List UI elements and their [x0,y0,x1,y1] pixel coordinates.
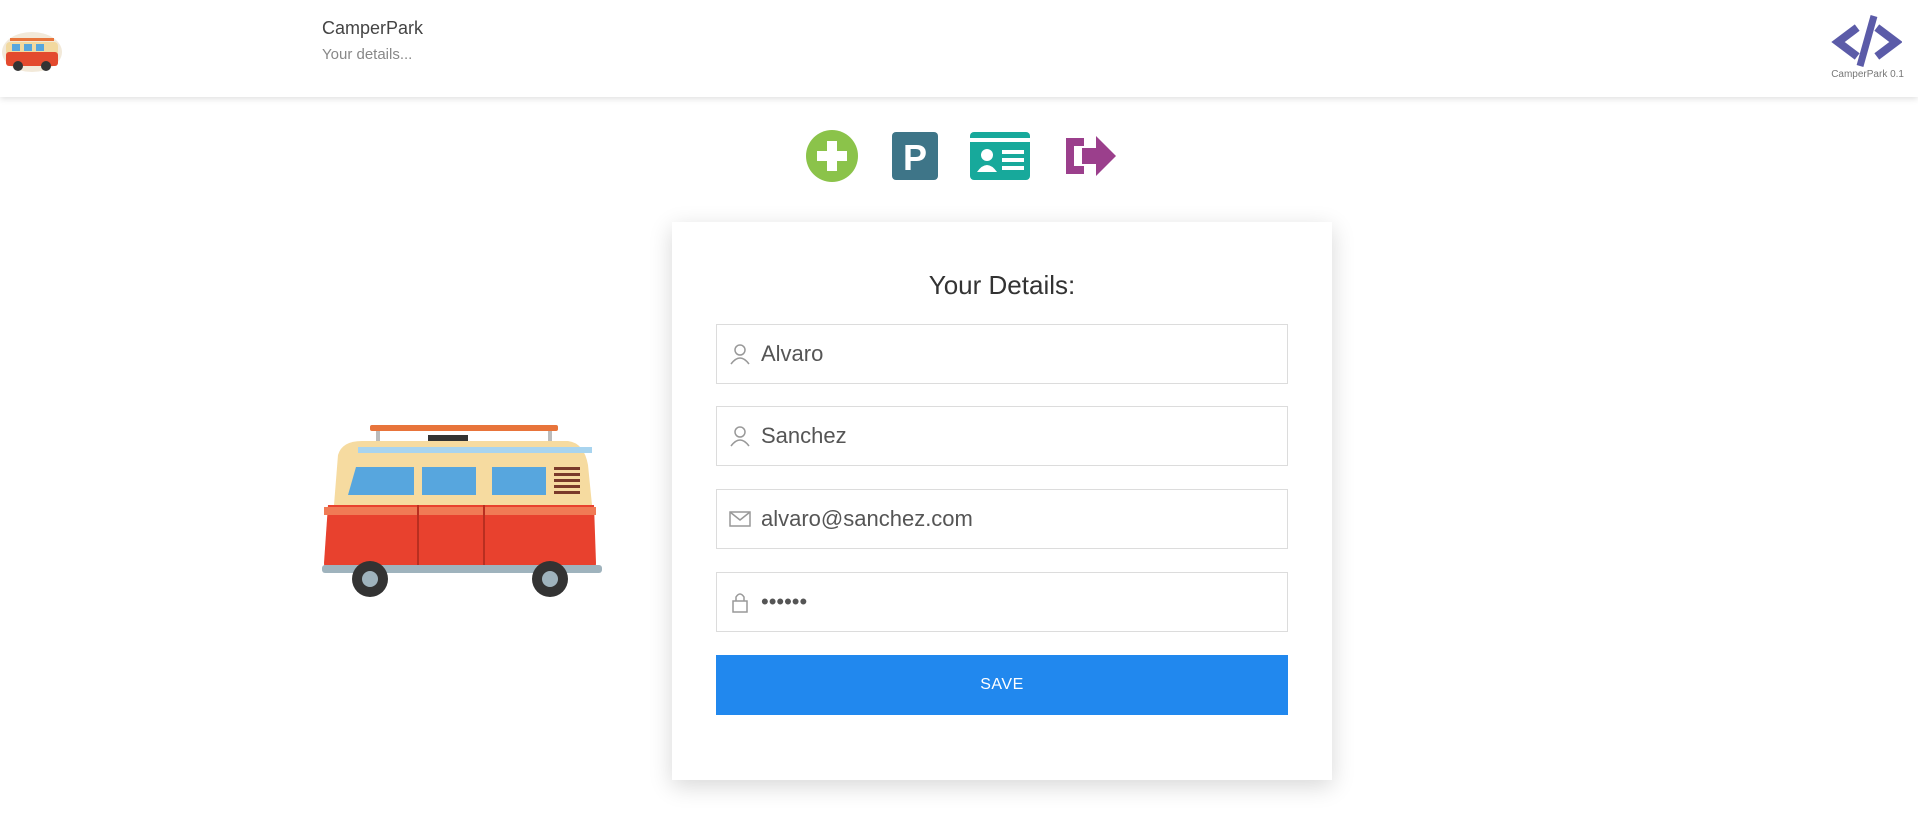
id-card-icon [970,132,1030,180]
add-button[interactable] [802,128,862,184]
user-icon [730,426,750,447]
camper-van-illustration [322,425,602,597]
version-label: CamperPark 0.1 [1831,69,1904,80]
plus-circle-icon [806,130,858,182]
user-icon [730,344,750,365]
save-button[interactable]: SAVE [716,655,1288,715]
profile-button[interactable] [970,128,1030,184]
parking-icon: P [892,132,938,180]
first-name-field [716,324,1288,384]
envelope-icon [729,511,751,527]
parking-button[interactable]: P [886,128,946,184]
form-title: Your Details: [928,270,1076,300]
last-name-input[interactable] [761,407,1281,465]
logout-button[interactable] [1060,128,1120,184]
password-field [716,572,1288,632]
email-field [716,489,1288,549]
action-toolbar: P [0,128,1918,184]
last-name-field [716,406,1288,466]
app-title: CamperPark [322,18,424,38]
top-bar: CamperPark Your details... CamperPark 0.… [0,0,1918,97]
lock-icon [732,593,748,613]
email-input[interactable] [761,490,1281,548]
camper-van-logo[interactable] [0,18,64,80]
first-name-input[interactable] [761,325,1281,383]
password-input[interactable] [761,573,1281,631]
details-card: Your Details: SAVE [672,222,1332,780]
code-brackets-icon [1831,15,1902,67]
svg-text:P: P [903,137,927,178]
sign-out-icon [1066,136,1116,176]
page-subtitle: Your details... [322,46,413,63]
